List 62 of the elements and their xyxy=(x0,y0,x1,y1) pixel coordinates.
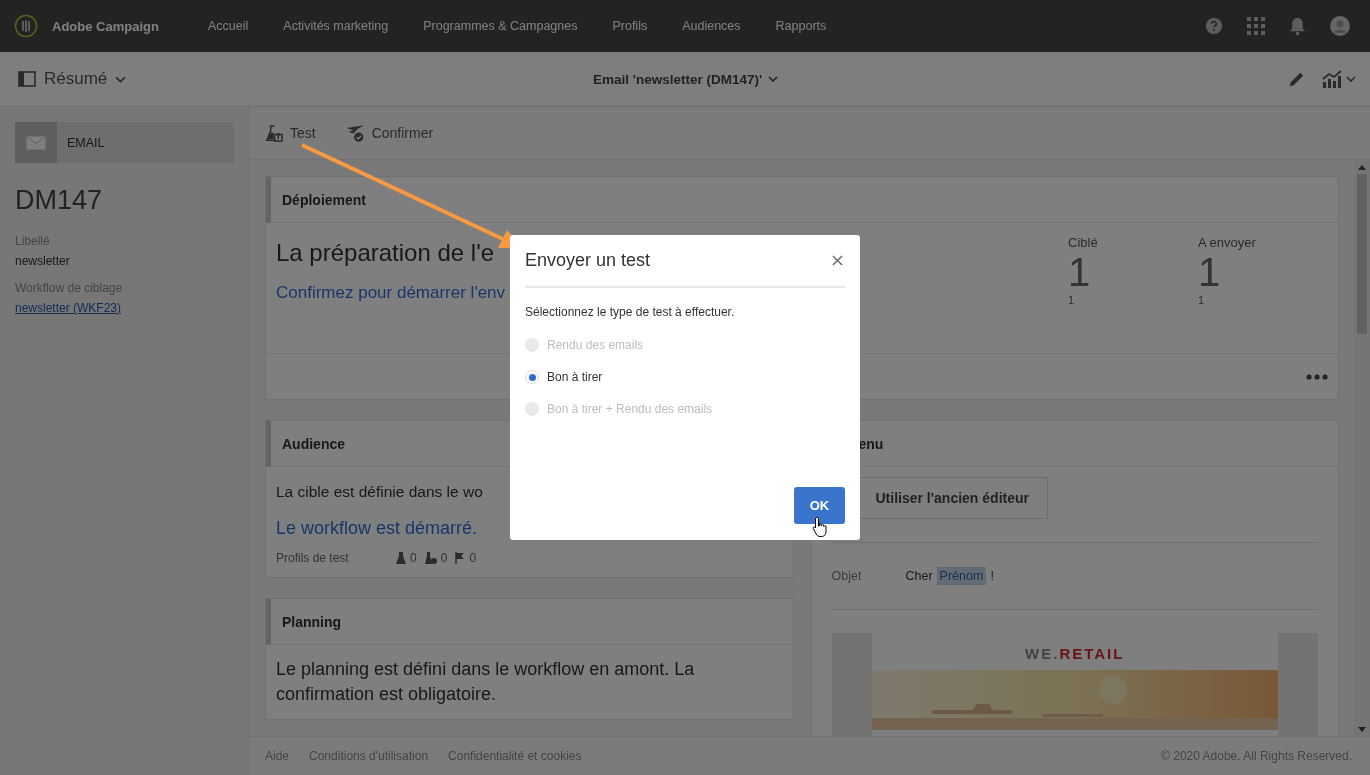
scroll-down-icon[interactable] xyxy=(1358,727,1366,732)
stat-value: 1 xyxy=(1068,250,1092,294)
more-options-icon[interactable] xyxy=(1306,373,1328,380)
help-icon[interactable] xyxy=(1205,17,1223,35)
test-profiles-label: Profils de test xyxy=(276,551,350,565)
profile-count: 0 xyxy=(440,551,448,565)
delivery-type-label: EMAIL xyxy=(67,135,105,150)
report-chart-icon[interactable] xyxy=(1322,69,1356,89)
chevron-down-icon xyxy=(115,75,127,83)
stat-detail: 1 xyxy=(1068,294,1076,306)
nav-link[interactable]: Audiences xyxy=(682,19,741,33)
stat-detail: 1 xyxy=(1198,294,1206,306)
nav-link[interactable]: Profils xyxy=(612,19,648,33)
close-icon[interactable] xyxy=(832,255,843,266)
notification-bell-icon[interactable] xyxy=(1289,16,1306,36)
nav-link[interactable]: Activités marketing xyxy=(283,19,389,33)
flask-icon xyxy=(396,552,406,564)
card-title: Planning xyxy=(282,613,342,630)
sidebar-panel-icon xyxy=(18,71,36,87)
stat-label: A envoyer xyxy=(1198,235,1257,250)
delivery-title-dropdown[interactable]: Email 'newsletter (DM147)' xyxy=(593,71,779,87)
subject-text: ! xyxy=(990,569,994,583)
scroll-up-icon[interactable] xyxy=(1358,165,1366,170)
product-name[interactable]: Adobe Campaign xyxy=(52,18,159,34)
card-title: Audience xyxy=(282,435,345,452)
profile-count: 0 xyxy=(469,551,477,565)
summary-view-button[interactable]: Résumé xyxy=(18,69,127,89)
nav-link[interactable]: Rapports xyxy=(775,19,827,33)
audience-message: La cible est définie dans le wo xyxy=(276,482,483,502)
ok-button[interactable]: OK xyxy=(794,487,845,524)
stat-value: 1 xyxy=(1198,250,1222,294)
card-title: Déploiement xyxy=(282,191,366,208)
logo-icon[interactable] xyxy=(14,14,38,38)
avatar-icon[interactable] xyxy=(1330,16,1350,36)
chevron-down-icon xyxy=(768,76,779,82)
field-value: newsletter xyxy=(15,254,71,268)
stat-label: Ciblé xyxy=(1068,235,1099,250)
nav-link[interactable]: Accueil xyxy=(208,19,249,33)
profile-count: 0 xyxy=(410,551,417,565)
confirm-button[interactable]: Confirmer xyxy=(345,123,434,143)
planning-message: Le planning est défini dans le workflow en amont. La confirmation est obligatoire. xyxy=(276,658,696,706)
personalization-token: Prénom xyxy=(936,567,987,585)
paper-plane-check-icon xyxy=(345,123,366,143)
subject-text: Cher xyxy=(905,569,933,583)
scrollbar[interactable] xyxy=(1354,160,1370,736)
workflow-link[interactable]: newsletter (WKF23) xyxy=(15,301,122,315)
envelope-icon xyxy=(26,135,46,150)
confirm-link[interactable]: Confirmez pour démarrer l'env xyxy=(276,283,506,302)
dialog-title: Envoyer un test xyxy=(525,250,651,271)
preparation-message: La préparation de l'e xyxy=(276,239,495,267)
dialog-prompt: Sélectionnez le type de test à effectuer. xyxy=(525,305,736,319)
delivery-code: DM147 xyxy=(15,185,104,216)
nav-link[interactable]: Programmes & Campagnes xyxy=(423,19,578,33)
card-title: enu xyxy=(858,435,884,452)
apps-grid-icon[interactable] xyxy=(1247,17,1265,35)
test-type-radio[interactable]: Bon à tirer xyxy=(525,361,845,393)
flask-upload-icon xyxy=(265,123,284,143)
subject-label: Objet xyxy=(831,569,863,583)
test-button[interactable]: Test xyxy=(265,123,316,143)
flask-check-icon xyxy=(424,552,437,564)
email-brand-logo: WE.RETAIL xyxy=(1024,644,1126,664)
flag-icon xyxy=(455,552,466,564)
